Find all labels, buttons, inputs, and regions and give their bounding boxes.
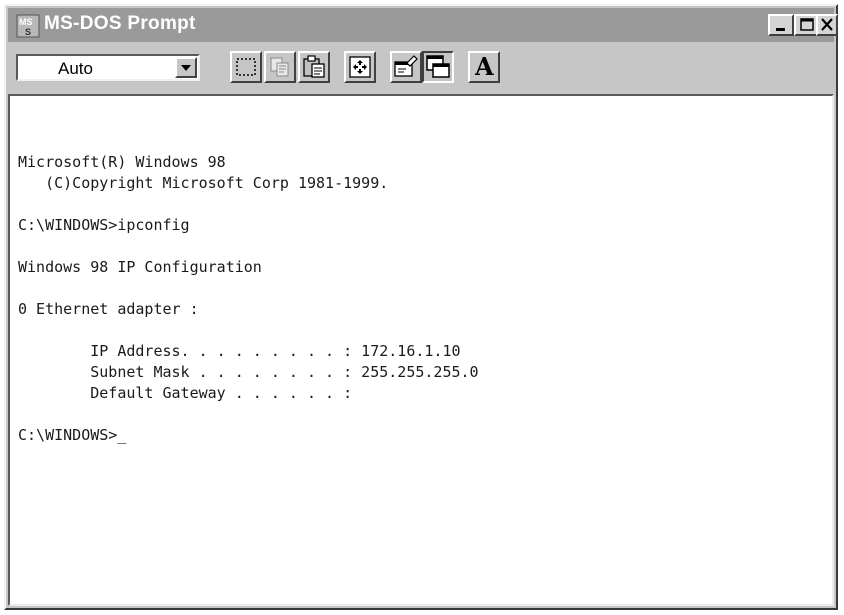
- mark-button[interactable]: [230, 51, 262, 83]
- full-screen-button[interactable]: [344, 51, 376, 83]
- background-button[interactable]: [422, 51, 454, 83]
- minimize-icon: [776, 28, 785, 31]
- console-output[interactable]: Microsoft(R) Windows 98 (C)Copyright Mic…: [8, 94, 834, 606]
- mark-icon: [236, 58, 256, 76]
- console-line: C:\WINDOWS>_: [18, 426, 127, 444]
- console-line: Default Gateway . . . . . . :: [18, 384, 353, 402]
- ms-dos-window: MS S MS-DOS Prompt Auto A Microsoft(R) W…: [4, 4, 838, 610]
- copy-button[interactable]: [264, 51, 296, 83]
- font-icon: A: [475, 52, 494, 81]
- minimize-button[interactable]: [768, 14, 794, 36]
- font-size-select[interactable]: Auto: [16, 54, 200, 81]
- close-button[interactable]: [816, 14, 838, 36]
- svg-text:S: S: [25, 27, 31, 37]
- ms-dos-icon[interactable]: MS S: [16, 14, 40, 38]
- console-line: 0 Ethernet adapter :: [18, 300, 199, 318]
- toolbar: Auto A: [8, 44, 834, 92]
- copy-icon: [270, 57, 289, 77]
- paste-button[interactable]: [298, 51, 330, 83]
- console-line: Windows 98 IP Configuration: [18, 258, 262, 276]
- properties-icon: [394, 55, 418, 77]
- properties-button[interactable]: [390, 51, 422, 83]
- console-line: Subnet Mask . . . . . . . . : 255.255.25…: [18, 363, 479, 381]
- close-icon: [821, 18, 833, 31]
- paste-icon: [303, 55, 325, 78]
- console-text: Microsoft(R) Windows 98 (C)Copyright Mic…: [18, 152, 479, 446]
- font-size-value: Auto: [58, 59, 93, 78]
- console-line: C:\WINDOWS>ipconfig: [18, 216, 190, 234]
- full-screen-icon: [349, 56, 371, 78]
- font-size-dropdown-button[interactable]: [175, 57, 197, 78]
- maximize-icon: [800, 18, 814, 31]
- background-icon: [426, 55, 450, 78]
- title-bar[interactable]: MS S MS-DOS Prompt: [8, 8, 838, 42]
- font-button[interactable]: A: [468, 51, 500, 83]
- console-line: (C)Copyright Microsoft Corp 1981-1999.: [18, 174, 389, 192]
- console-line: Microsoft(R) Windows 98: [18, 153, 226, 171]
- svg-text:MS: MS: [19, 17, 33, 27]
- window-title: MS-DOS Prompt: [44, 13, 196, 34]
- console-line: IP Address. . . . . . . . . : 172.16.1.1…: [18, 342, 461, 360]
- chevron-down-icon: [181, 65, 191, 71]
